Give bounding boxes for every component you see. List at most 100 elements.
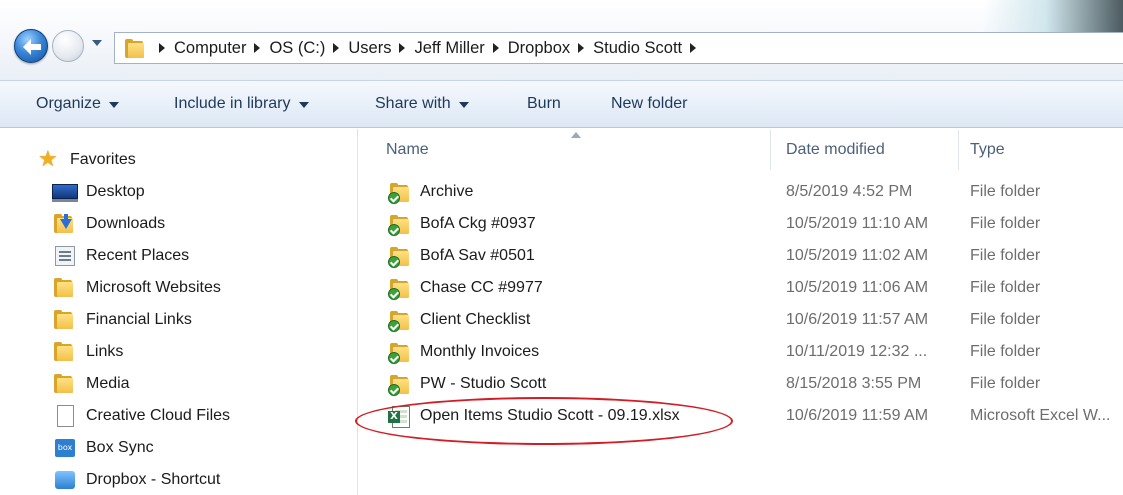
- file-name: Client Checklist: [420, 311, 531, 328]
- nav-item-recent-places[interactable]: Recent Places: [52, 243, 189, 269]
- nav-item-financial-links[interactable]: Financial Links: [52, 307, 192, 333]
- breadcrumb-studio-scott[interactable]: Studio Scott: [593, 39, 682, 58]
- star-icon: ★: [38, 147, 58, 172]
- new-folder-label: New folder: [611, 95, 688, 112]
- file-row-open-items-xlsx[interactable]: X Open Items Studio Scott - 09.19.xlsx 1…: [384, 401, 1123, 433]
- nav-item-label: Box Sync: [86, 439, 154, 456]
- share-with-menu[interactable]: Share with: [375, 95, 469, 113]
- recent-pages-dropdown[interactable]: [92, 40, 102, 46]
- new-folder-button[interactable]: New folder: [611, 95, 687, 113]
- folder-icon: [52, 373, 78, 395]
- file-name: PW - Studio Scott: [420, 375, 547, 392]
- folder-icon: [52, 341, 78, 363]
- file-type: File folder: [970, 247, 1041, 264]
- nav-item-box-sync[interactable]: box Box Sync: [52, 435, 154, 461]
- command-bar: Organize Include in library Share with B…: [0, 80, 1123, 128]
- synced-folder-icon: [388, 182, 414, 204]
- column-header-name[interactable]: Name: [386, 130, 429, 170]
- file-date: 10/6/2019 11:57 AM: [786, 311, 929, 328]
- file-row-pw-studio-scott[interactable]: PW - Studio Scott 8/15/2018 3:55 PM File…: [384, 369, 1123, 401]
- nav-item-creative-cloud-files[interactable]: Creative Cloud Files: [52, 403, 230, 429]
- file-row-client-checklist[interactable]: Client Checklist 10/6/2019 11:57 AM File…: [384, 305, 1123, 337]
- favorites-header[interactable]: ★ Favorites: [36, 147, 136, 173]
- file-name: Chase CC #9977: [420, 279, 543, 296]
- file-date: 8/15/2018 3:55 PM: [786, 375, 922, 392]
- address-breadcrumb[interactable]: Computer OS (C:) Users Jeff Miller Dropb…: [114, 32, 1123, 64]
- chevron-right-icon[interactable]: [690, 43, 697, 53]
- file-date: 8/5/2019 4:52 PM: [786, 183, 913, 200]
- synced-folder-icon: [388, 310, 414, 332]
- include-in-library-label: Include in library: [174, 95, 291, 112]
- file-row-monthly-invoices[interactable]: Monthly Invoices 10/11/2019 12:32 ... Fi…: [384, 337, 1123, 369]
- column-header-type-label: Type: [970, 141, 1005, 158]
- column-header-date-modified[interactable]: Date modified: [786, 130, 885, 170]
- breadcrumb-jeff-miller[interactable]: Jeff Miller: [414, 39, 484, 58]
- caret-down-icon: [298, 102, 309, 108]
- chevron-right-icon[interactable]: [333, 43, 340, 53]
- file-type: File folder: [970, 311, 1041, 328]
- nav-item-label: Downloads: [86, 215, 166, 232]
- nav-item-label: Media: [86, 375, 130, 392]
- file-row-chase-cc[interactable]: Chase CC #9977 10/5/2019 11:06 AM File f…: [384, 273, 1123, 305]
- file-row-bofa-sav[interactable]: BofA Sav #0501 10/5/2019 11:02 AM File f…: [384, 241, 1123, 273]
- column-header-date-label: Date modified: [786, 141, 885, 158]
- file-row-archive[interactable]: Archive 8/5/2019 4:52 PM File folder: [384, 177, 1123, 209]
- nav-item-microsoft-websites[interactable]: Microsoft Websites: [52, 275, 221, 301]
- nav-item-label: Links: [86, 343, 124, 360]
- breadcrumb-os-drive[interactable]: OS (C:): [269, 39, 325, 58]
- address-folder-icon: [123, 38, 145, 58]
- burn-button[interactable]: Burn: [527, 95, 561, 113]
- chevron-right-icon[interactable]: [492, 43, 499, 53]
- folder-icon: [52, 277, 78, 299]
- forward-button[interactable]: [52, 30, 84, 62]
- back-button[interactable]: [14, 29, 48, 63]
- sort-ascending-icon: [571, 132, 581, 138]
- column-header-name-label: Name: [386, 141, 429, 158]
- address-bar-area: Computer OS (C:) Users Jeff Miller Dropb…: [0, 0, 1123, 80]
- breadcrumb-dropbox[interactable]: Dropbox: [508, 39, 570, 58]
- nav-item-desktop[interactable]: Desktop: [52, 179, 145, 205]
- nav-item-label: Dropbox - Shortcut: [86, 471, 221, 488]
- column-divider[interactable]: [958, 130, 959, 170]
- recent-places-icon: [52, 245, 78, 267]
- box-icon: box: [52, 437, 78, 459]
- nav-item-label: Financial Links: [86, 311, 192, 328]
- file-type: File folder: [970, 215, 1041, 232]
- navigation-pane: ★ Favorites Desktop Downloads Recent Pla…: [0, 129, 358, 495]
- nav-item-links[interactable]: Links: [52, 339, 123, 365]
- back-arrow-icon: [23, 39, 41, 55]
- file-type: File folder: [970, 375, 1041, 392]
- synced-folder-icon: [388, 374, 414, 396]
- file-name: Archive: [420, 183, 474, 200]
- file-row-bofa-ckg[interactable]: BofA Ckg #0937 10/5/2019 11:10 AM File f…: [384, 209, 1123, 241]
- column-divider[interactable]: [770, 130, 771, 170]
- file-name: BofA Sav #0501: [420, 247, 535, 264]
- column-header-type[interactable]: Type: [970, 130, 1005, 170]
- file-date: 10/5/2019 11:02 AM: [786, 247, 929, 264]
- blank-page-icon: [52, 405, 78, 427]
- nav-item-media[interactable]: Media: [52, 371, 130, 397]
- share-with-label: Share with: [375, 95, 451, 112]
- file-name: Monthly Invoices: [420, 343, 540, 360]
- chevron-right-icon[interactable]: [578, 43, 585, 53]
- chevron-right-icon[interactable]: [399, 43, 406, 53]
- chevron-right-icon[interactable]: [254, 43, 261, 53]
- synced-folder-icon: [388, 342, 414, 364]
- dropbox-icon: [52, 469, 78, 491]
- breadcrumb-users[interactable]: Users: [348, 39, 391, 58]
- organize-menu[interactable]: Organize: [36, 95, 119, 113]
- include-in-library-menu[interactable]: Include in library: [174, 95, 309, 113]
- chevron-right-icon[interactable]: [159, 43, 165, 53]
- breadcrumb-computer[interactable]: Computer: [174, 39, 246, 58]
- file-name: Open Items Studio Scott - 09.19.xlsx: [420, 407, 680, 424]
- synced-folder-icon: [388, 278, 414, 300]
- nav-item-label: Microsoft Websites: [86, 279, 221, 296]
- nav-item-dropbox-shortcut[interactable]: Dropbox - Shortcut: [52, 467, 220, 493]
- desktop-icon: [52, 181, 78, 203]
- excel-file-icon: X: [388, 406, 414, 428]
- file-date: 10/6/2019 11:59 AM: [786, 407, 929, 424]
- nav-item-downloads[interactable]: Downloads: [52, 211, 165, 237]
- nav-item-label: Creative Cloud Files: [86, 407, 231, 424]
- burn-label: Burn: [527, 95, 561, 112]
- file-date: 10/5/2019 11:06 AM: [786, 279, 929, 296]
